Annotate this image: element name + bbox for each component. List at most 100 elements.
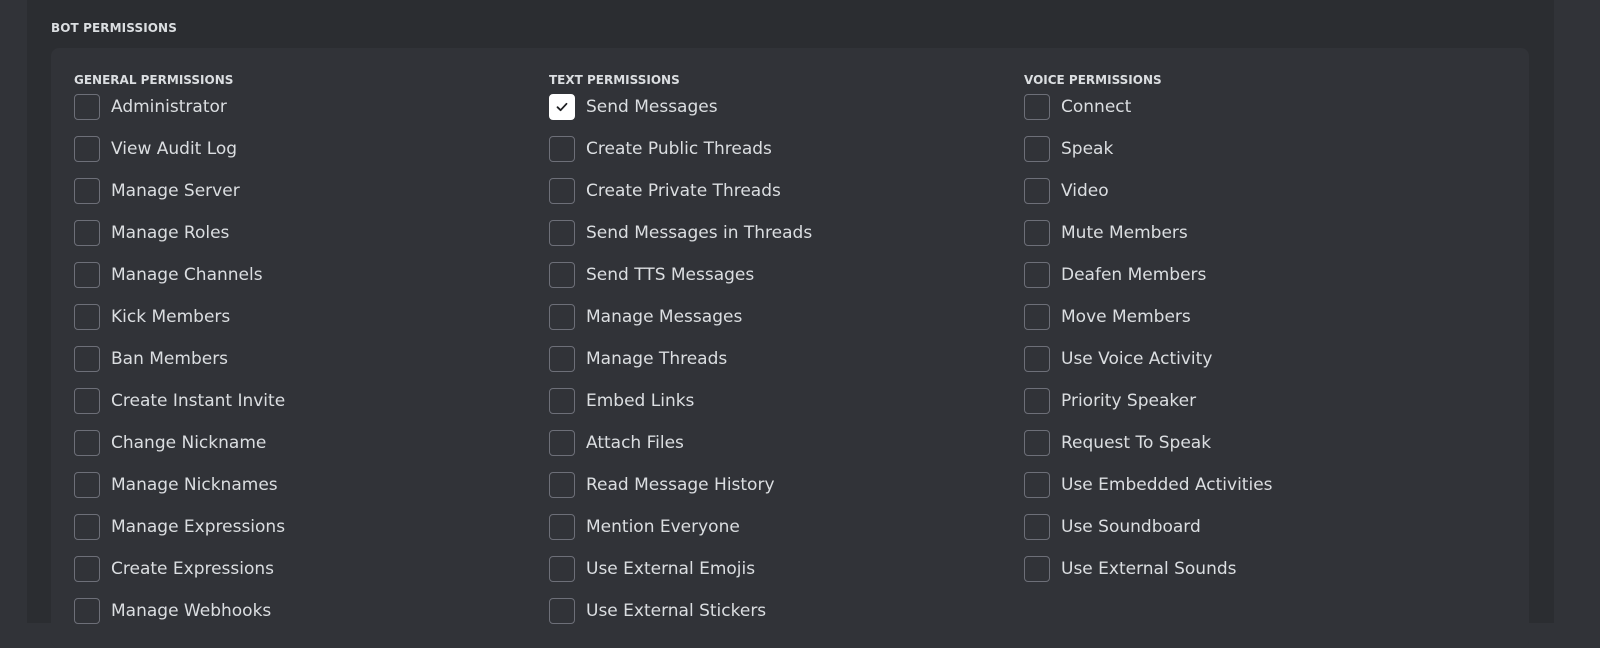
permission-label: Mention Everyone (586, 517, 740, 537)
permission-checkbox[interactable] (74, 556, 100, 582)
permission-label: Video (1061, 181, 1109, 201)
permission-item[interactable]: Use External Emojis (549, 548, 812, 590)
permission-label: Send Messages in Threads (586, 223, 813, 243)
permission-item[interactable]: Embed Links (549, 380, 812, 422)
permission-item[interactable]: Video (1024, 170, 1273, 212)
permission-checkbox[interactable] (549, 514, 575, 540)
permission-item[interactable]: Administrator (74, 86, 285, 128)
permission-checkbox[interactable] (549, 556, 575, 582)
permission-checkbox[interactable] (549, 304, 575, 330)
permission-checkbox[interactable] (1024, 262, 1050, 288)
permission-item[interactable]: Manage Nicknames (74, 464, 285, 506)
checkmark-icon (556, 102, 568, 112)
permission-checkbox[interactable] (1024, 136, 1050, 162)
permission-checkbox[interactable] (1024, 556, 1050, 582)
permission-checkbox[interactable] (549, 346, 575, 372)
permission-item[interactable]: Manage Server (74, 170, 285, 212)
permission-item[interactable]: Connect (1024, 86, 1273, 128)
permission-label: Use External Stickers (586, 601, 767, 621)
permission-checkbox[interactable] (1024, 346, 1050, 372)
permission-checkbox[interactable] (1024, 514, 1050, 540)
permission-checkbox[interactable] (74, 472, 100, 498)
permission-checkbox[interactable] (549, 598, 575, 624)
permission-label: Connect (1061, 97, 1132, 117)
permission-item[interactable]: Request To Speak (1024, 422, 1273, 464)
permission-checkbox[interactable] (549, 472, 575, 498)
permission-label: Speak (1061, 139, 1114, 159)
permission-checkbox[interactable] (74, 220, 100, 246)
permission-label: Administrator (111, 97, 227, 117)
permission-item[interactable]: Read Message History (549, 464, 812, 506)
permission-checkbox[interactable] (74, 514, 100, 540)
permission-checkbox[interactable] (549, 388, 575, 414)
permission-item[interactable]: Create Private Threads (549, 170, 812, 212)
permission-item[interactable]: Mute Members (1024, 212, 1273, 254)
permission-item[interactable]: Manage Expressions (74, 506, 285, 548)
permission-checkbox[interactable] (74, 178, 100, 204)
permission-label: Use Soundboard (1061, 517, 1201, 537)
permission-checkbox[interactable] (549, 94, 575, 120)
permission-item[interactable]: Send Messages (549, 86, 812, 128)
permission-checkbox[interactable] (1024, 304, 1050, 330)
permission-checkbox[interactable] (74, 598, 100, 624)
permission-checkbox[interactable] (1024, 472, 1050, 498)
permission-item[interactable]: View Audit Log (74, 128, 285, 170)
voice-permissions-column: VOICE PERMISSIONS Connect Speak Video Mute … (1024, 72, 1273, 590)
permission-item[interactable]: Create Instant Invite (74, 380, 285, 422)
permission-checkbox[interactable] (549, 262, 575, 288)
permission-item[interactable]: Deafen Members (1024, 254, 1273, 296)
permission-label: Mute Members (1061, 223, 1188, 243)
permission-checkbox[interactable] (74, 304, 100, 330)
permission-label: Create Expressions (111, 559, 275, 579)
permission-label: Deafen Members (1061, 265, 1207, 285)
permission-checkbox[interactable] (1024, 430, 1050, 456)
permission-item[interactable]: Speak (1024, 128, 1273, 170)
permission-item[interactable]: Use Voice Activity (1024, 338, 1273, 380)
permission-checkbox[interactable] (1024, 388, 1050, 414)
permission-label: Use External Emojis (586, 559, 756, 579)
permission-checkbox[interactable] (1024, 220, 1050, 246)
permission-checkbox[interactable] (549, 136, 575, 162)
section-title: BOT PERMISSIONS (51, 21, 177, 35)
permission-label: Manage Server (111, 181, 240, 201)
permission-item[interactable]: Manage Threads (549, 338, 812, 380)
permission-item[interactable]: Manage Roles (74, 212, 285, 254)
permission-checkbox[interactable] (549, 178, 575, 204)
permission-item[interactable]: Create Expressions (74, 548, 285, 590)
permission-label: Manage Webhooks (111, 601, 272, 621)
permission-item[interactable]: Mention Everyone (549, 506, 812, 548)
permission-list: Connect Speak Video Mute Members Deafen Memb… (1024, 86, 1273, 590)
permission-item[interactable]: Manage Webhooks (74, 590, 285, 632)
permission-label: Use Embedded Activities (1061, 475, 1273, 495)
permission-checkbox[interactable] (74, 430, 100, 456)
permission-label: Ban Members (111, 349, 229, 369)
permission-label: Change Nickname (111, 433, 267, 453)
permission-item[interactable]: Use Embedded Activities (1024, 464, 1273, 506)
permission-label: Send TTS Messages (586, 265, 755, 285)
permission-item[interactable]: Priority Speaker (1024, 380, 1273, 422)
permission-item[interactable]: Ban Members (74, 338, 285, 380)
permission-item[interactable]: Use External Stickers (549, 590, 812, 632)
permission-item[interactable]: Move Members (1024, 296, 1273, 338)
permission-checkbox[interactable] (74, 136, 100, 162)
permission-checkbox[interactable] (74, 388, 100, 414)
permission-checkbox[interactable] (1024, 94, 1050, 120)
permission-item[interactable]: Send Messages in Threads (549, 212, 812, 254)
permission-item[interactable]: Use External Sounds (1024, 548, 1273, 590)
permission-checkbox[interactable] (74, 262, 100, 288)
permission-checkbox[interactable] (74, 94, 100, 120)
permission-label: Attach Files (586, 433, 684, 453)
permission-item[interactable]: Attach Files (549, 422, 812, 464)
permission-checkbox[interactable] (74, 346, 100, 372)
permission-checkbox[interactable] (549, 430, 575, 456)
permission-checkbox[interactable] (1024, 178, 1050, 204)
permission-item[interactable]: Manage Channels (74, 254, 285, 296)
permission-item[interactable]: Change Nickname (74, 422, 285, 464)
permission-item[interactable]: Manage Messages (549, 296, 812, 338)
general-permissions-column: GENERAL PERMISSIONS Administrator View Au… (74, 72, 285, 632)
permission-checkbox[interactable] (549, 220, 575, 246)
permission-item[interactable]: Use Soundboard (1024, 506, 1273, 548)
permission-item[interactable]: Create Public Threads (549, 128, 812, 170)
permission-item[interactable]: Kick Members (74, 296, 285, 338)
permission-item[interactable]: Send TTS Messages (549, 254, 812, 296)
